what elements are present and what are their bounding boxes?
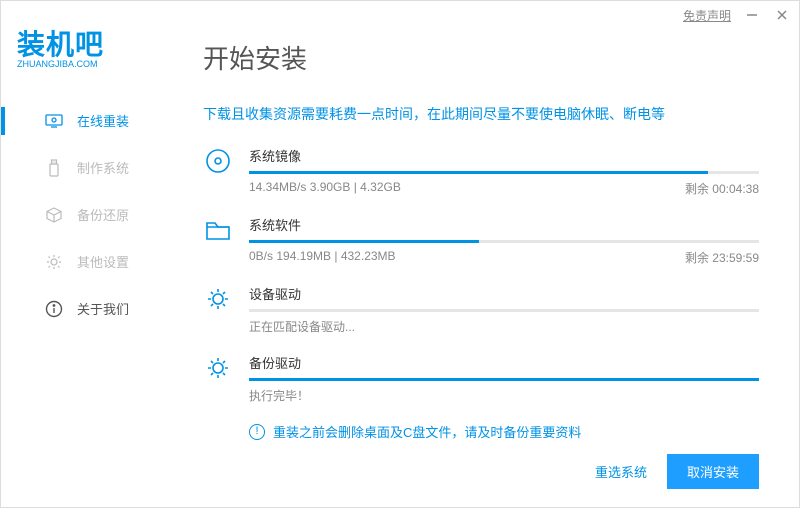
task-title: 系统镜像 [249,146,759,165]
logo-main: 装机吧 [17,31,159,59]
cancel-install-button[interactable]: 取消安装 [667,454,759,489]
task-title: 备份驱动 [249,353,759,372]
task-title: 设备驱动 [249,284,759,303]
sidebar-item-other-settings[interactable]: 其他设置 [1,238,175,285]
usb-icon [45,159,63,177]
task-info-left: 正在匹配设备驱动... [249,318,355,335]
progress-fill [249,240,479,243]
sidebar-item-label: 制作系统 [77,158,129,177]
sidebar-item-label: 备份还原 [77,205,129,224]
progress-fill [249,378,759,381]
sidebar-item-label: 在线重装 [77,111,129,130]
warning-message: ! 重装之前会删除桌面及C盘文件，请及时备份重要资料 [249,422,759,441]
main-content: 开始安装 下载且收集资源需要耗费一点时间，在此期间尽量不要使电脑休眠、断电等 系… [175,29,799,507]
sidebar: 装机吧 ZHUANGJIBA.COM 在线重装 制作系统 备份还原 [1,29,175,507]
task-info-left: 0B/s 194.19MB | 432.23MB [249,249,396,266]
task-info-left: 14.34MB/s 3.90GB | 4.32GB [249,180,401,197]
sidebar-item-make-system[interactable]: 制作系统 [1,144,175,191]
logo: 装机吧 ZHUANGJIBA.COM [1,31,175,97]
task-info-left: 执行完毕！ [249,387,309,404]
sidebar-item-online-reinstall[interactable]: 在线重装 [1,97,175,144]
disclaimer-link[interactable]: 免责声明 [683,7,731,24]
sidebar-item-about[interactable]: 关于我们 [1,285,175,332]
progress-bar [249,240,759,243]
warning-icon: ! [249,424,265,440]
minimize-button[interactable] [743,6,761,24]
folder-icon [203,215,233,245]
task-device-driver: 设备驱动 正在匹配设备驱动... [203,284,759,335]
task-system-image: 系统镜像 14.34MB/s 3.90GB | 4.32GB 剩余 00:04:… [203,146,759,197]
sidebar-item-backup-restore[interactable]: 备份还原 [1,191,175,238]
sidebar-item-label: 其他设置 [77,252,129,271]
titlebar: 免责声明 [1,1,799,29]
monitor-icon [45,112,63,130]
task-backup-driver: 备份驱动 执行完毕！ [203,353,759,404]
warning-text: 重装之前会删除桌面及C盘文件，请及时备份重要资料 [273,422,581,441]
box-icon [45,206,63,224]
progress-bar [249,378,759,381]
task-title: 系统软件 [249,215,759,234]
install-hint: 下载且收集资源需要耗费一点时间，在此期间尽量不要使电脑休眠、断电等 [203,104,759,124]
progress-bar [249,309,759,312]
gear-icon [45,253,63,271]
footer: 重选系统 取消安装 [595,454,759,489]
task-info-right: 剩余 00:04:38 [685,180,759,197]
disc-icon [203,146,233,176]
logo-sub: ZHUANGJIBA.COM [17,59,159,69]
reselect-system-button[interactable]: 重选系统 [595,462,647,481]
sidebar-item-label: 关于我们 [77,299,129,318]
gear-icon [203,353,233,383]
progress-bar [249,171,759,174]
task-info-right: 剩余 23:59:59 [685,249,759,266]
info-icon [45,300,63,318]
close-button[interactable] [773,6,791,24]
gear-icon [203,284,233,314]
page-title: 开始安装 [203,39,759,76]
task-system-software: 系统软件 0B/s 194.19MB | 432.23MB 剩余 23:59:5… [203,215,759,266]
progress-fill [249,171,708,174]
